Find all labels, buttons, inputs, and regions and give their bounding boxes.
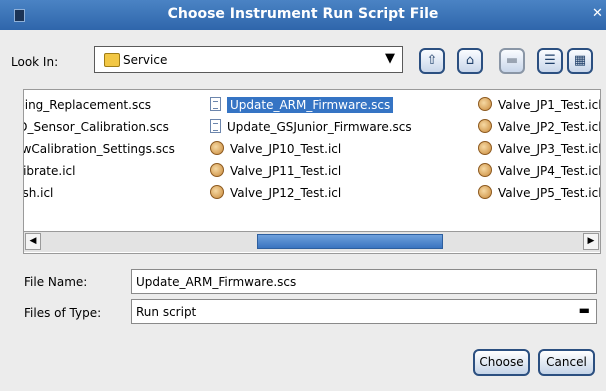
test-file-icon [478,97,492,111]
scrollbar-thumb[interactable] [257,234,443,249]
file-column-1: Tubing_Replacement.scs LED_Sensor_Calibr… [24,94,175,204]
test-file-icon [210,141,224,155]
list-item-selected[interactable]: Update_ARM_Firmware.scs [210,94,412,116]
scroll-left-icon[interactable]: ◀ [25,233,41,250]
new-folder-button[interactable]: ▬ [499,48,525,74]
new-folder-icon: ▬ [505,53,519,68]
list-item[interactable]: Valve_JP1_Test.icl [478,94,600,116]
list-item[interactable]: Valve_JP5_Test.icl [478,182,600,204]
list-view-icon: ☰ [544,53,556,68]
up-one-level-button[interactable]: ⇧ [419,48,445,74]
horizontal-scrollbar[interactable]: ◀ ▶ [24,231,600,252]
file-chooser-dialog: Choose Instrument Run Script File ✕ Look… [0,0,606,391]
file-type-select[interactable]: Run script ▬ [131,299,597,324]
file-type-value: Run script [136,305,197,319]
cancel-button[interactable]: Cancel [538,349,595,376]
script-file-icon [210,119,221,133]
home-button[interactable]: ⌂ [457,48,483,74]
list-item[interactable]: Valve_JP3_Test.icl [478,138,600,160]
file-name-value: Update_ARM_Firmware.scs [136,275,297,289]
test-file-icon [478,119,492,133]
file-column-3: Valve_JP1_Test.icl Valve_JP2_Test.icl Va… [478,94,600,204]
list-item[interactable]: Tubing_Replacement.scs [24,94,175,116]
test-file-icon [478,163,492,177]
list-view-button[interactable]: ☰ [537,48,563,74]
test-file-icon [210,163,224,177]
test-file-icon [478,185,492,199]
file-type-label: Files of Type: [24,306,102,320]
close-icon[interactable]: ✕ [592,6,606,22]
list-item[interactable]: Update_GSJunior_Firmware.scs [210,116,412,138]
test-file-icon [210,185,224,199]
up-folder-icon: ⇧ [426,53,438,68]
script-file-icon [210,97,221,111]
list-item[interactable]: LED_Sensor_Calibration.scs [24,116,175,138]
test-file-icon [478,141,492,155]
details-view-icon: ▦ [573,53,587,68]
dropdown-arrow-icon[interactable]: ▬ [579,303,590,317]
list-item[interactable]: Calibrate.icl [24,160,175,182]
dialog-title: Choose Instrument Run Script File [167,6,439,22]
list-item[interactable]: Valve_JP12_Test.icl [210,182,412,204]
folder-icon [104,53,120,67]
dropdown-arrow-icon[interactable]: ▼ [385,51,395,66]
choose-button[interactable]: Choose [473,349,530,376]
list-item[interactable]: FlowCalibration_Settings.scs [24,138,175,160]
details-view-button[interactable]: ▦ [567,48,593,74]
file-list[interactable]: Tubing_Replacement.scs LED_Sensor_Calibr… [23,89,601,254]
list-item[interactable]: Valve_JP2_Test.icl [478,116,600,138]
list-item[interactable]: Wash.icl [24,182,175,204]
list-item[interactable]: Valve_JP11_Test.icl [210,160,412,182]
list-item[interactable]: Valve_JP4_Test.icl [478,160,600,182]
title-bar[interactable]: Choose Instrument Run Script File ✕ [0,0,606,30]
file-name-label: File Name: [24,275,88,289]
home-icon: ⌂ [465,53,475,68]
file-column-2: Update_ARM_Firmware.scs Update_GSJunior_… [210,94,412,204]
look-in-value: Service [123,53,168,67]
file-name-field[interactable]: Update_ARM_Firmware.scs [131,269,597,294]
list-item[interactable]: Valve_JP10_Test.icl [210,138,412,160]
look-in-label: Look In: [11,55,59,69]
scroll-right-icon[interactable]: ▶ [583,233,599,250]
look-in-combo[interactable]: Service ▼ [94,46,403,73]
